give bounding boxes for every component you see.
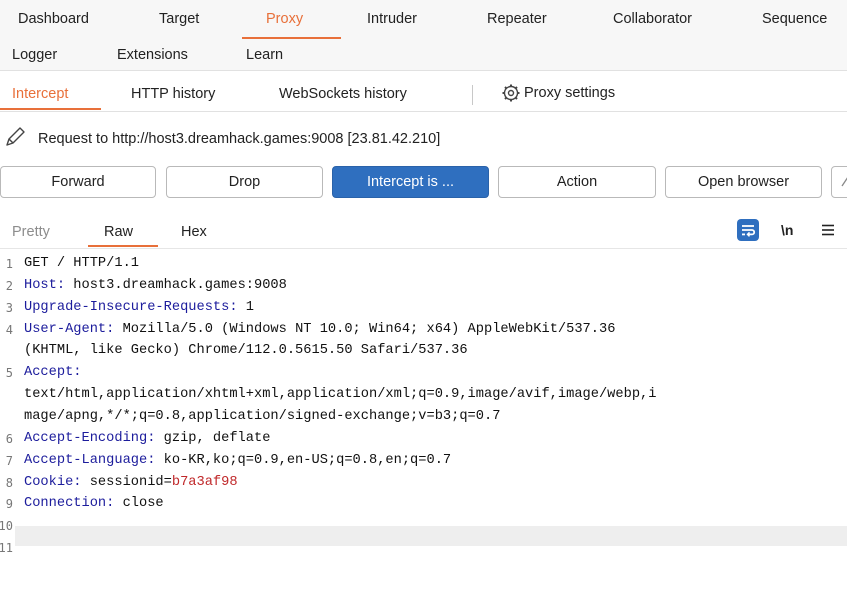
request-line: Accept-Encoding: gzip, deflate: [24, 431, 270, 446]
line-number: 8: [5, 475, 13, 490]
line-number: 1: [5, 257, 13, 271]
header-value: (KHTML, like Gecko) Chrome/112.0.5615.50…: [24, 343, 468, 359]
tab-intruder[interactable]: Intruder: [367, 11, 417, 27]
intercept-toolbar: Forward Drop Intercept is ... Action Ope…: [0, 158, 847, 206]
pencil-icon: [3, 125, 27, 149]
proxy-sub-tabs: Intercept HTTP history WebSockets histor…: [0, 71, 847, 112]
header-name: Accept-Encoding:: [24, 430, 156, 446]
current-line-highlight: [15, 526, 847, 546]
request-line: (KHTML, like Gecko) Chrome/112.0.5615.50…: [24, 343, 468, 358]
cookie-value: b7a3af98: [171, 474, 238, 490]
main-tool-tabs-row1: Dashboard Target Proxy Intruder Repeater…: [0, 0, 847, 40]
header-value: GET / HTTP/1.1: [24, 256, 139, 271]
newline-toggle-icon[interactable]: \n: [781, 222, 793, 238]
line-number: 2: [5, 278, 13, 293]
tab-http-history[interactable]: HTTP history: [131, 86, 215, 102]
request-line: Upgrade-Insecure-Requests: 1: [24, 300, 254, 315]
header-value: mage/apng,*/*;q=0.8,application/signed-e…: [24, 408, 501, 424]
tab-target[interactable]: Target: [159, 11, 199, 27]
header-name: Accept-Language:: [24, 452, 156, 468]
proxy-settings-button[interactable]: Proxy settings: [501, 83, 615, 103]
message-view-tabs: Pretty Raw Hex \n: [0, 214, 847, 249]
comment-icon: [840, 174, 847, 190]
tab-hex[interactable]: Hex: [181, 224, 207, 240]
request-line: User-Agent: Mozilla/5.0 (Windows NT 10.0…: [24, 322, 615, 337]
request-line: GET / HTTP/1.1: [24, 256, 139, 271]
request-line: Host: host3.dreamhack.games:9008: [24, 278, 287, 293]
header-name: Host:: [24, 277, 66, 293]
header-value: Mozilla/5.0 (Windows NT 10.0; Win64; x64…: [114, 321, 616, 337]
tab-raw[interactable]: Raw: [104, 224, 133, 240]
main-tool-tabs-row2: Logger Extensions Learn: [0, 40, 847, 71]
line-number: 3: [5, 300, 13, 315]
tab-websockets-history[interactable]: WebSockets history: [279, 86, 407, 102]
tab-divider: [472, 85, 473, 105]
header-name: Upgrade-Insecure-Requests:: [24, 299, 238, 315]
tab-intercept[interactable]: Intercept: [12, 86, 68, 102]
action-button[interactable]: Action: [498, 166, 656, 198]
tab-extensions[interactable]: Extensions: [117, 47, 188, 63]
header-name: Accept:: [24, 365, 82, 381]
request-line: Cookie: sessionid=b7a3af98: [24, 475, 238, 490]
gear-icon: [501, 83, 521, 103]
tab-repeater[interactable]: Repeater: [487, 11, 547, 27]
comment-button[interactable]: [831, 166, 847, 198]
line-number-gutter: 1 2 3 4 5 6 7 8 9 10 11: [0, 249, 15, 610]
line-number: 10: [0, 519, 13, 534]
header-value: 1: [237, 299, 254, 315]
request-line: Connection: close: [24, 496, 164, 511]
request-line: text/html,application/xhtml+xml,applicat…: [24, 387, 656, 402]
request-line: Accept-Language: ko-KR,ko;q=0.9,en-US;q=…: [24, 453, 451, 468]
raw-tab-underline: [88, 245, 158, 247]
line-number: 7: [5, 453, 13, 468]
wrap-lines-icon[interactable]: [737, 219, 759, 241]
request-info-bar: Request to http://host3.dreamhack.games:…: [0, 112, 847, 154]
tab-proxy[interactable]: Proxy: [266, 11, 303, 27]
header-value: close: [114, 496, 164, 512]
intercept-toggle-button[interactable]: Intercept is ...: [332, 166, 489, 198]
line-number: 5: [5, 366, 13, 381]
header-name: User-Agent:: [24, 321, 115, 337]
header-value: text/html,application/xhtml+xml,applicat…: [24, 387, 657, 403]
tab-dashboard[interactable]: Dashboard: [18, 11, 89, 27]
header-value: sessionid=: [81, 474, 172, 490]
line-number: 11: [0, 541, 13, 556]
line-number: 4: [5, 322, 13, 337]
raw-request-editor[interactable]: 1 2 3 4 5 6 7 8 9 10 11 GET / HTTP/1.1 Host: host3.…: [0, 249, 847, 610]
drop-button[interactable]: Drop: [166, 166, 323, 198]
request-target-text: Request to http://host3.dreamhack.games:…: [38, 131, 441, 147]
header-value: host3.dreamhack.games:9008: [65, 277, 287, 293]
header-name: Connection:: [24, 496, 115, 512]
tab-learn[interactable]: Learn: [246, 47, 283, 63]
open-browser-button[interactable]: Open browser: [665, 166, 822, 198]
tab-pretty[interactable]: Pretty: [12, 224, 50, 240]
request-line: mage/apng,*/*;q=0.8,application/signed-e…: [24, 409, 500, 424]
header-value: ko-KR,ko;q=0.9,en-US;q=0.8,en;q=0.7: [155, 452, 452, 468]
tab-collaborator[interactable]: Collaborator: [613, 11, 692, 27]
proxy-settings-label: Proxy settings: [524, 85, 616, 101]
header-value: gzip, deflate: [155, 430, 271, 446]
line-number: 6: [5, 431, 13, 446]
header-name: Cookie:: [24, 474, 82, 490]
line-number: 9: [5, 497, 13, 512]
intercept-tab-underline: [0, 108, 101, 110]
tab-logger[interactable]: Logger: [12, 47, 57, 63]
forward-button[interactable]: Forward: [0, 166, 156, 198]
tab-sequencer[interactable]: Sequence: [762, 11, 827, 27]
proxy-tab-underline: [242, 37, 341, 39]
request-line: Accept:: [24, 365, 82, 380]
menu-icon[interactable]: [821, 223, 835, 237]
